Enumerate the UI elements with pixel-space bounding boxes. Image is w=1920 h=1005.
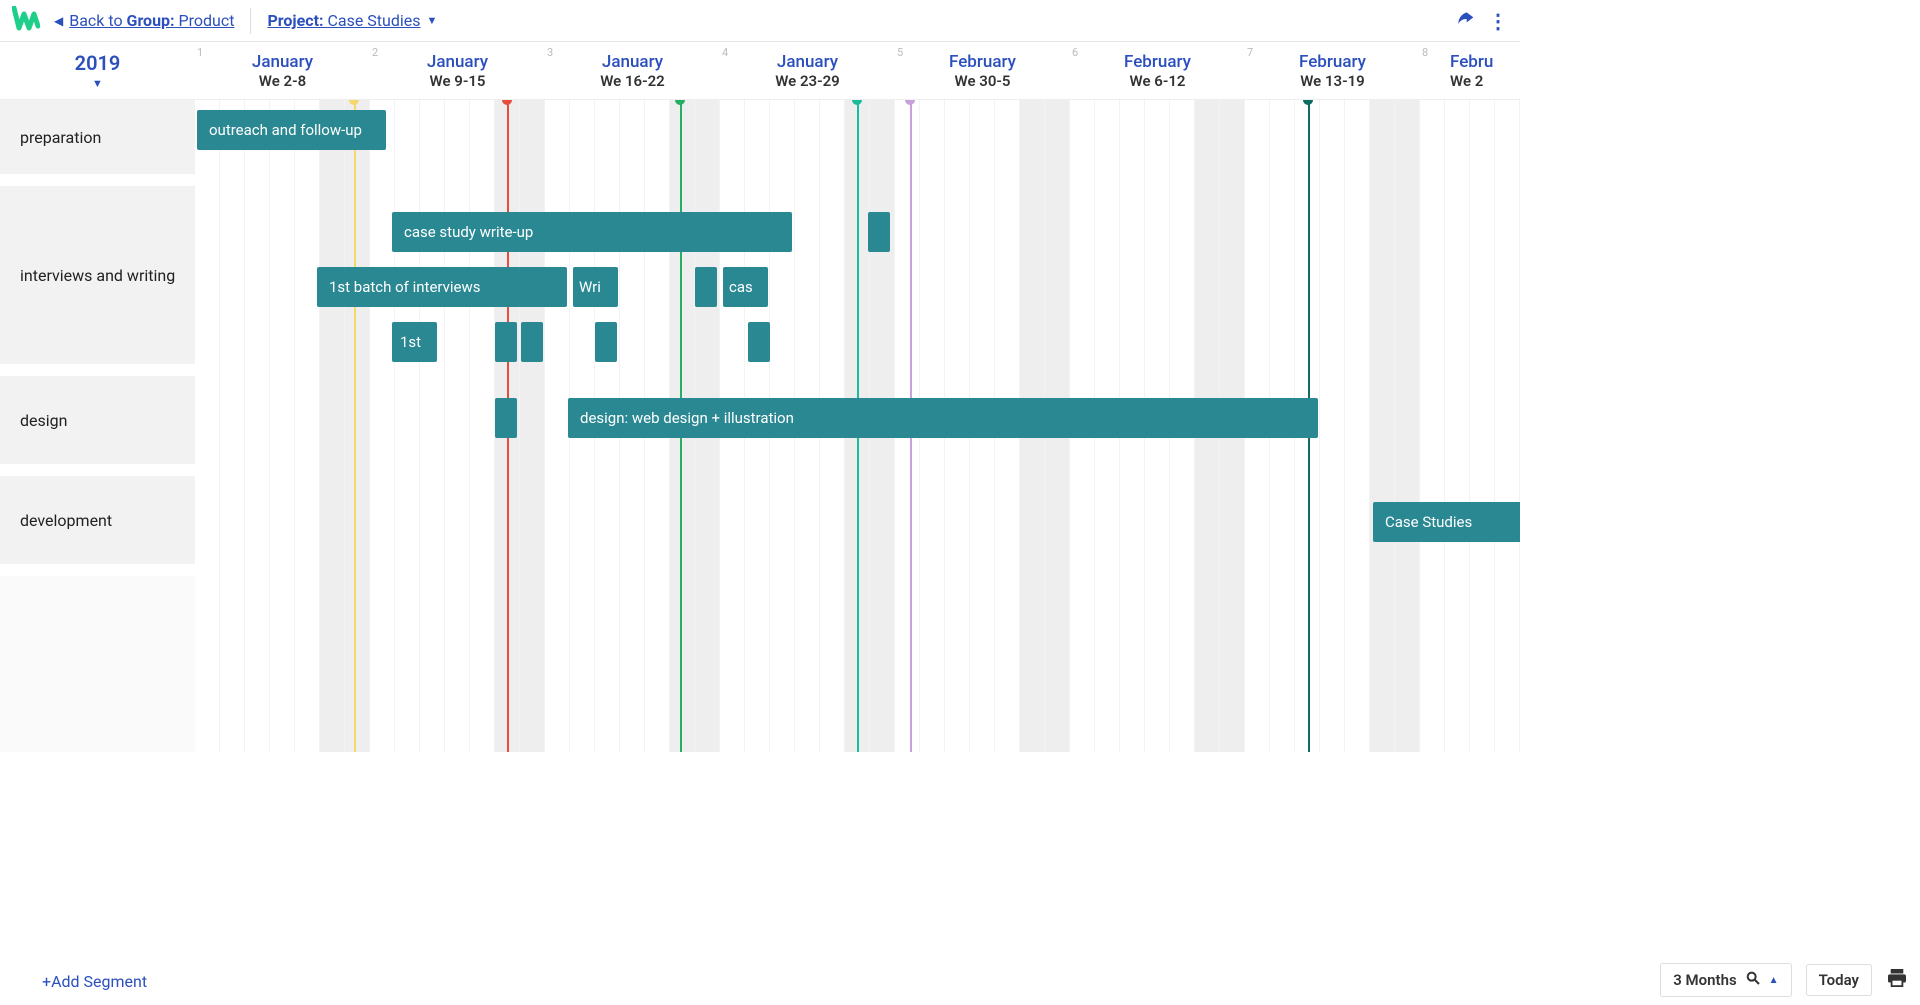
- segments-column: preparation interviews and writing desig…: [0, 100, 195, 752]
- week-header[interactable]: 3 January We 16-22: [545, 42, 720, 99]
- segment-label: design: [20, 411, 67, 430]
- gantt-area: preparation interviews and writing desig…: [0, 100, 1520, 752]
- timeline-header: 2019 ▼ 1 January We 2-8 2 January We 9-1…: [0, 42, 1520, 100]
- caret-up-icon: ▲: [1769, 975, 1779, 986]
- week-month: January: [777, 52, 838, 72]
- breadcrumb-back-prefix: Back to: [69, 11, 122, 30]
- bar-label: design: web design + illustration: [580, 409, 794, 427]
- gantt-bar[interactable]: [695, 267, 717, 307]
- week-month: February: [1124, 52, 1191, 72]
- breadcrumb-project-strong: Project:: [267, 11, 323, 30]
- weeks-row: 1 January We 2-8 2 January We 9-15 3 Jan…: [195, 42, 1520, 99]
- breadcrumb-project-value: Case Studies: [327, 11, 420, 30]
- week-number: 8: [1422, 46, 1428, 59]
- bar-label: cas: [729, 278, 753, 296]
- segment-row[interactable]: preparation: [0, 100, 195, 186]
- segment-row[interactable]: interviews and writing: [0, 186, 195, 376]
- week-number: 7: [1247, 46, 1253, 59]
- gantt-bar[interactable]: [868, 212, 890, 252]
- week-header[interactable]: 8 Febru We 2: [1420, 42, 1520, 99]
- gantt-bar[interactable]: 1st batch of interviews: [317, 267, 567, 307]
- caret-down-icon: ▼: [92, 77, 103, 90]
- week-range: We 2: [1450, 72, 1483, 90]
- week-number: 2: [372, 46, 378, 59]
- breadcrumb-project[interactable]: Project: Case Studies ▼: [267, 11, 437, 30]
- segment-label: preparation: [20, 128, 101, 147]
- app-logo: [12, 6, 40, 36]
- share-icon[interactable]: [1454, 9, 1476, 33]
- print-icon[interactable]: [1886, 969, 1908, 991]
- add-segment-button[interactable]: +Add Segment: [42, 972, 147, 991]
- week-month: January: [252, 52, 313, 72]
- week-month: January: [602, 52, 663, 72]
- week-header[interactable]: 6 February We 6-12: [1070, 42, 1245, 99]
- gantt-bar[interactable]: outreach and follow-up: [197, 110, 386, 150]
- year-selector[interactable]: 2019 ▼: [0, 42, 195, 99]
- segment-label: development: [20, 511, 112, 530]
- breadcrumb-back-value: Product: [179, 11, 235, 30]
- gantt-bar[interactable]: [521, 322, 543, 362]
- bar-label: case study write-up: [404, 223, 533, 241]
- gantt-bar[interactable]: [595, 322, 617, 362]
- today-label: Today: [1819, 971, 1859, 989]
- gantt-bar[interactable]: [495, 398, 517, 438]
- gantt-bar[interactable]: cas: [723, 267, 768, 307]
- bar-label: 1st batch of interviews: [329, 278, 481, 296]
- segment-label: interviews and writing: [20, 266, 175, 285]
- breadcrumb-back-strong: Group:: [127, 11, 175, 30]
- week-range: We 9-15: [430, 72, 486, 90]
- gantt-bar[interactable]: [748, 322, 770, 362]
- breadcrumb-back[interactable]: ◀ Back to Group: Product: [54, 11, 234, 30]
- week-number: 3: [547, 46, 553, 59]
- gantt-bar[interactable]: [495, 322, 517, 362]
- gantt-grid[interactable]: outreach and follow-up case study write-…: [195, 100, 1520, 752]
- gantt-bar[interactable]: Case Studies: [1373, 502, 1520, 542]
- week-header[interactable]: 2 January We 9-15: [370, 42, 545, 99]
- bar-label: outreach and follow-up: [209, 121, 362, 139]
- week-range: We 30-5: [955, 72, 1011, 90]
- week-number: 5: [897, 46, 903, 59]
- gantt-bar[interactable]: 1st: [392, 322, 437, 362]
- gantt-bar[interactable]: design: web design + illustration: [568, 398, 1318, 438]
- week-header[interactable]: 4 January We 23-29: [720, 42, 895, 99]
- bar-label: 1st: [400, 333, 421, 351]
- year-label: 2019: [75, 51, 121, 75]
- more-vertical-icon[interactable]: ⋮: [1488, 9, 1508, 33]
- week-range: We 2-8: [259, 72, 306, 90]
- week-range: We 6-12: [1130, 72, 1186, 90]
- chevron-left-icon: ◀: [54, 14, 63, 28]
- magnifier-icon: [1745, 970, 1761, 990]
- week-range: We 16-22: [600, 72, 665, 90]
- week-month: February: [1299, 52, 1366, 72]
- topbar: ◀ Back to Group: Product Project: Case S…: [0, 0, 1520, 42]
- bar-label: Wri: [579, 278, 601, 296]
- divider: [250, 8, 251, 34]
- segment-row[interactable]: development: [0, 476, 195, 576]
- bottombar: +Add Segment 3 Months ▲ Today: [0, 957, 1920, 1005]
- week-number: 4: [722, 46, 728, 59]
- week-number: 1: [197, 46, 203, 59]
- today-button[interactable]: Today: [1806, 964, 1872, 996]
- week-month: February: [949, 52, 1016, 72]
- week-header[interactable]: 5 February We 30-5: [895, 42, 1070, 99]
- week-range: We 23-29: [775, 72, 840, 90]
- timeline-marker: [354, 100, 356, 752]
- gantt-bar[interactable]: case study write-up: [392, 212, 792, 252]
- week-month: Febru: [1450, 52, 1493, 72]
- zoom-label: 3 Months: [1673, 971, 1736, 989]
- week-header[interactable]: 1 January We 2-8: [195, 42, 370, 99]
- caret-down-icon: ▼: [427, 14, 438, 27]
- week-month: January: [427, 52, 488, 72]
- segment-row[interactable]: design: [0, 376, 195, 476]
- gantt-bar[interactable]: Wri: [573, 267, 618, 307]
- bar-label: Case Studies: [1385, 513, 1472, 531]
- week-number: 6: [1072, 46, 1078, 59]
- zoom-selector[interactable]: 3 Months ▲: [1660, 963, 1791, 997]
- week-header[interactable]: 7 February We 13-19: [1245, 42, 1420, 99]
- week-range: We 13-19: [1300, 72, 1365, 90]
